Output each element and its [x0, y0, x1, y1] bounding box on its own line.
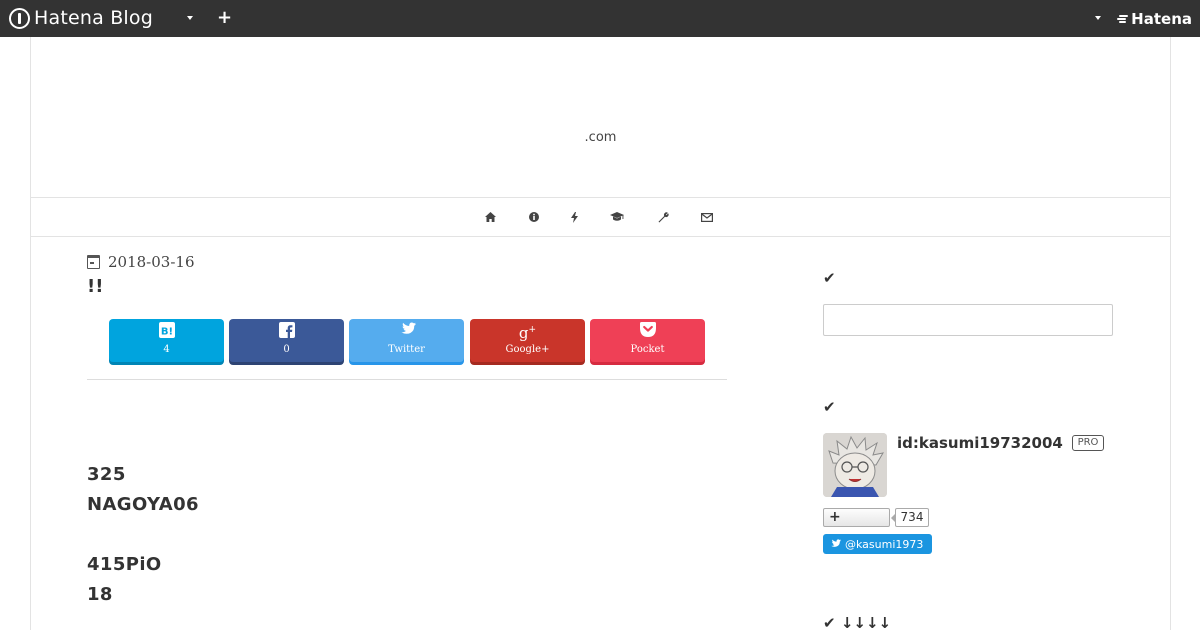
entry-date[interactable]: 2018-03-16: [87, 253, 194, 271]
svg-text:B!: B!: [160, 327, 172, 338]
google-plus-icon: g+: [518, 324, 537, 342]
follow-plus-icon: +: [829, 509, 841, 525]
calendar-icon: [87, 255, 100, 269]
hatena-brand-text: Hatena: [1131, 10, 1192, 28]
hatena-follow-button[interactable]: +: [823, 508, 890, 527]
twitter-share-button[interactable]: Twitter: [349, 319, 464, 362]
check-icon: ✔: [823, 614, 836, 630]
profile-avatar[interactable]: [823, 433, 887, 497]
follower-count: 734: [891, 508, 929, 527]
entry-title[interactable]: !!: [87, 276, 103, 297]
twitter-share-label: Twitter: [388, 344, 425, 355]
entry-body-line: NAGOYA06: [87, 494, 199, 515]
entry-divider: [87, 379, 727, 380]
blog-menu-dropdown-icon[interactable]: [187, 16, 193, 20]
graduation-cap-icon[interactable]: [610, 210, 624, 224]
hatena-bookmark-share-button[interactable]: B! 4: [109, 319, 224, 362]
pocket-icon: [590, 320, 705, 342]
sidebar-section-heading-text: ↓↓↓↓: [840, 614, 892, 630]
entry-date-text: 2018-03-16: [108, 253, 195, 271]
hatena-bookmark-count: 4: [163, 344, 170, 355]
pocket-share-label: Pocket: [630, 344, 665, 355]
twitter-follow-button[interactable]: @kasumi1973: [823, 534, 932, 554]
entry-body-line: 325: [87, 464, 126, 485]
sidebar-search-input[interactable]: [823, 304, 1113, 336]
envelope-icon[interactable]: [700, 210, 714, 224]
entry-body-line: 18: [87, 584, 113, 605]
hatena-mark-icon: [1116, 13, 1129, 25]
twitter-bird-icon: [829, 539, 841, 549]
facebook-icon: [229, 320, 344, 343]
bolt-icon[interactable]: [567, 210, 581, 224]
hatena-bookmark-icon: B!: [109, 320, 224, 343]
facebook-share-count: 0: [283, 344, 290, 355]
twitter-follow-handle: @kasumi1973: [845, 537, 924, 551]
global-nav: [31, 197, 1170, 237]
hatena-blog-logo-icon: [9, 7, 30, 29]
new-post-plus-icon[interactable]: +: [217, 8, 232, 28]
google-plus-share-button[interactable]: g+ Google+: [470, 319, 585, 362]
hatena-blog-logo[interactable]: Hatena Blog: [9, 7, 153, 29]
facebook-share-button[interactable]: 0: [229, 319, 344, 362]
blog-title[interactable]: .com: [31, 130, 1170, 145]
entry-body-line: 415PiO: [87, 554, 162, 575]
pro-badge: PRO: [1072, 435, 1104, 451]
sidebar-section-heading: ✔ ↓↓↓↓: [823, 614, 891, 630]
sidebar-search-heading-check-icon: ✔: [823, 269, 836, 287]
global-header: Hatena Blog + Hatena: [0, 0, 1200, 37]
twitter-bird-icon: [349, 320, 464, 342]
home-icon[interactable]: [483, 210, 497, 224]
sidebar-profile-heading-check-icon: ✔: [823, 398, 836, 416]
google-plus-share-label: Google+: [505, 344, 550, 355]
user-menu-dropdown-icon[interactable]: [1095, 16, 1101, 20]
wrench-icon[interactable]: [656, 210, 670, 224]
info-icon[interactable]: [527, 210, 541, 224]
hatena-brand-link[interactable]: Hatena: [1116, 10, 1192, 28]
profile-id-link[interactable]: id:kasumi19732004: [897, 434, 1063, 452]
pocket-share-button[interactable]: Pocket: [590, 319, 705, 362]
hatena-blog-logo-text: Hatena Blog: [34, 7, 153, 29]
